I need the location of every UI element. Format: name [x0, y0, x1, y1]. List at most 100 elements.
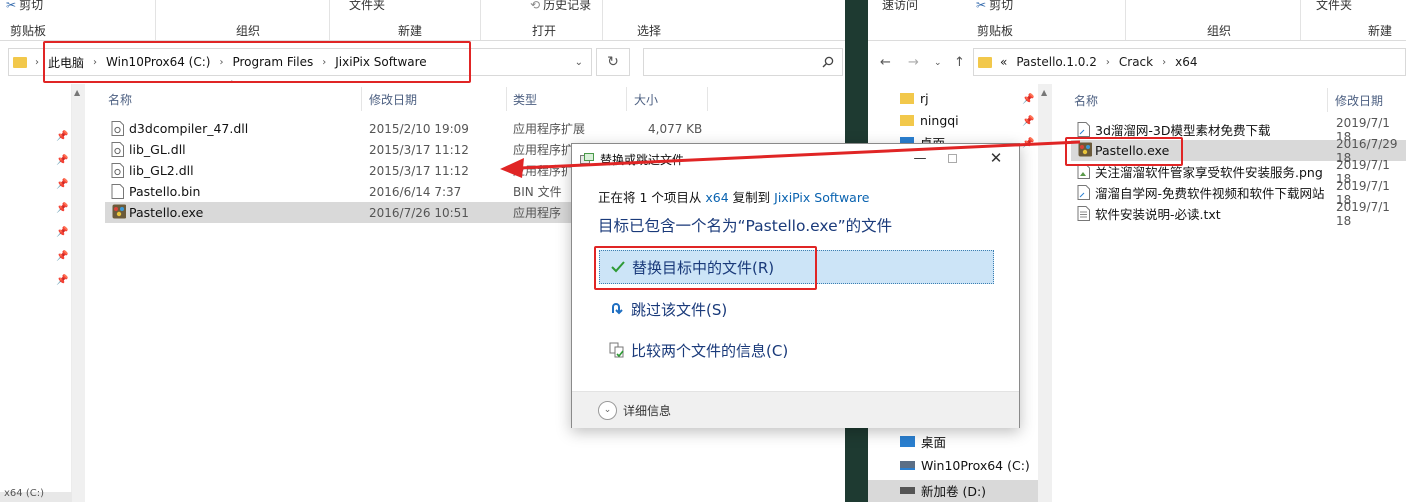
file-date: 2015/3/17 11:12: [369, 142, 469, 157]
source-folder-link[interactable]: x64: [705, 190, 728, 205]
destination-folder-link[interactable]: JixiPix Software: [774, 190, 869, 205]
new-folder-button[interactable]: 文件夹: [1316, 0, 1352, 13]
column-divider[interactable]: [361, 87, 362, 111]
organize-group-label: 组织: [236, 24, 261, 38]
refresh-icon: ↻: [607, 54, 619, 70]
folder-icon: [13, 56, 27, 68]
chevron-down-icon[interactable]: ⌄: [575, 57, 583, 68]
tree-scrollbar[interactable]: ▲: [1038, 84, 1052, 502]
open-group-label: 打开: [532, 24, 557, 38]
skip-arrow-icon: [607, 301, 627, 317]
file-row[interactable]: d3dcompiler_47.dll 2015/2/10 19:09 应用程序扩…: [105, 118, 845, 139]
address-bar[interactable]: « Pastello.1.0.2 › Crack › x64: [973, 48, 1406, 76]
clipboard-group-label: 剪贴板: [10, 24, 47, 38]
pin-icon[interactable]: 📌: [56, 275, 68, 286]
file-date: 2015/2/10 19:09: [369, 121, 469, 136]
refresh-button[interactable]: ↻: [596, 48, 630, 76]
system-drive-icon: [900, 460, 915, 470]
folder-icon: [900, 92, 914, 104]
pin-icon[interactable]: 📌: [56, 227, 68, 238]
breadcrumb-item[interactable]: Crack: [1119, 55, 1153, 69]
chevron-right-icon: ›: [1162, 56, 1167, 68]
file-date: 2016/7/26 10:51: [369, 205, 469, 220]
file-name: lib_GL.dll: [129, 142, 186, 157]
file-type: 应用程序扩: [513, 164, 574, 178]
file-name: 溜溜自学网-免费软件视频和软件下载网站: [1095, 186, 1325, 201]
column-divider[interactable]: [1327, 88, 1328, 112]
file-name: Pastello.exe: [129, 205, 204, 220]
search-input[interactable]: [643, 48, 843, 76]
tree-item-c-drive[interactable]: Win10Prox64 (C:): [900, 454, 1030, 476]
image-file-icon: [1077, 164, 1090, 179]
navigation-pane: 📌 📌 📌 📌 📌 📌 📌: [0, 84, 72, 502]
chevron-right-icon: ›: [35, 56, 39, 68]
more-details-button[interactable]: ⌄ 详细信息: [598, 400, 671, 420]
tree-item-d-drive[interactable]: 新加卷 (D:): [900, 479, 986, 501]
file-date: 2019/7/1 18: [1336, 199, 1390, 228]
cut-button[interactable]: ✂ 剪切: [976, 0, 1013, 13]
ribbon-divider: [329, 0, 330, 40]
ribbon: ✂ 剪切 文件夹 ⟲ 历史记录 剪贴板 组织 新建 打开 选择: [0, 0, 845, 41]
column-divider[interactable]: [506, 87, 507, 111]
pin-icon[interactable]: 📌: [56, 251, 68, 262]
tree-item-ningqi[interactable]: ningqi: [900, 109, 959, 131]
file-size: 4,077 KB: [648, 121, 703, 136]
maximize-button[interactable]: [938, 148, 966, 168]
tree-item-desktop[interactable]: 桌面: [900, 430, 946, 452]
column-header-name[interactable]: 名称: [1074, 88, 1098, 112]
file-type: 应用程序扩展: [513, 122, 586, 136]
column-divider[interactable]: [626, 87, 627, 111]
pin-icon[interactable]: 📌: [56, 131, 68, 142]
history-button[interactable]: ⟲ 历史记录: [530, 0, 591, 13]
column-header-date[interactable]: 修改日期: [1335, 88, 1383, 112]
navigation-scrollbar[interactable]: ▲: [72, 84, 85, 502]
column-header-name[interactable]: 名称: [108, 87, 132, 111]
column-header-size[interactable]: 大小: [634, 87, 658, 111]
compare-files-option[interactable]: 比较两个文件的信息(C): [599, 333, 994, 367]
scroll-up-icon[interactable]: ▲: [1041, 88, 1047, 97]
new-group-label: 新建: [398, 24, 423, 38]
ribbon-divider: [155, 0, 156, 40]
pin-icon[interactable]: 📌: [56, 179, 68, 190]
desktop-icon: [900, 435, 915, 447]
new-folder-button[interactable]: 文件夹: [349, 0, 385, 13]
dll-file-icon: [111, 163, 124, 178]
quick-access-button[interactable]: 速访问: [882, 0, 918, 13]
pin-icon[interactable]: 📌: [1022, 138, 1034, 149]
up-arrow-icon[interactable]: ↑: [954, 55, 965, 70]
copy-status-text: 正在将 1 个项目从 x64 复制到 JixiPix Software: [598, 190, 870, 205]
breadcrumb-overflow[interactable]: «: [1000, 55, 1007, 69]
back-arrow-icon[interactable]: ←: [880, 55, 891, 70]
skip-file-option[interactable]: 跳过该文件(S): [599, 292, 994, 326]
tree-item-rj[interactable]: rj: [900, 87, 929, 109]
file-name: Pastello.bin: [129, 184, 201, 199]
forward-arrow-icon[interactable]: →: [908, 55, 919, 70]
scroll-up-icon[interactable]: ▲: [74, 88, 80, 97]
dialog-title: 替换或跳过文件: [600, 153, 685, 167]
shortcut-file-icon: [1077, 122, 1090, 137]
breadcrumb-item[interactable]: Pastello.1.0.2: [1016, 55, 1097, 69]
organize-group-label: 组织: [1207, 24, 1232, 38]
file-type: 应用程序扩: [513, 143, 574, 157]
column-header-date[interactable]: 修改日期: [369, 87, 417, 111]
minimize-icon: —: [913, 150, 927, 166]
dialog-footer: ⌄ 详细信息: [572, 391, 1019, 428]
ribbon-divider: [602, 0, 603, 40]
chevron-right-icon: ›: [1105, 56, 1110, 68]
minimize-button[interactable]: —: [906, 148, 934, 168]
pin-icon[interactable]: 📌: [1022, 116, 1034, 127]
column-divider[interactable]: [707, 87, 708, 111]
pin-icon[interactable]: 📌: [1022, 94, 1034, 105]
drive-icon: [900, 486, 915, 494]
chevron-down-icon[interactable]: ⌄: [934, 58, 942, 68]
file-name: 软件安装说明-必读.txt: [1095, 207, 1221, 222]
cut-button[interactable]: ✂ 剪切: [6, 0, 43, 13]
file-row[interactable]: 软件安装说明-必读.txt 2019/7/1 18: [1071, 200, 1406, 228]
shortcut-file-icon: [1077, 185, 1090, 200]
breadcrumb-item[interactable]: x64: [1175, 55, 1197, 69]
close-button[interactable]: ✕: [982, 148, 1010, 168]
pin-icon[interactable]: 📌: [56, 203, 68, 214]
pin-icon[interactable]: 📌: [56, 155, 68, 166]
text-file-icon: [1077, 206, 1090, 221]
column-header-type[interactable]: 类型: [513, 87, 537, 111]
